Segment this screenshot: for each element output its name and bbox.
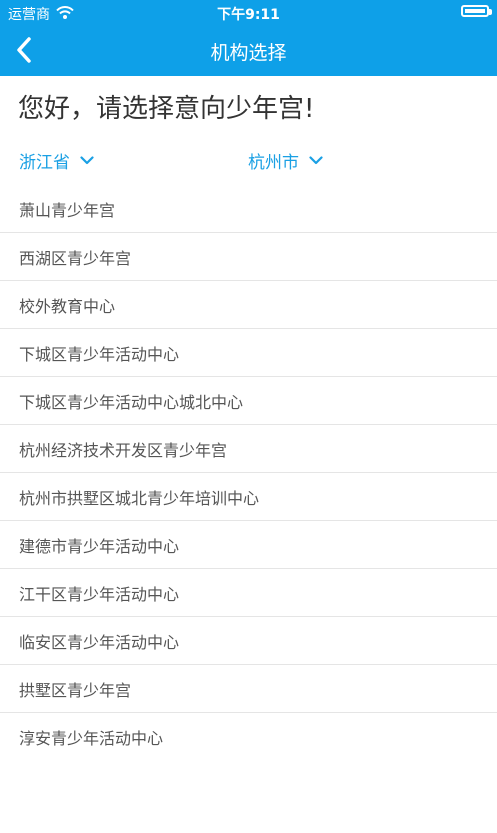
region-filters: 浙江省 杭州市 bbox=[0, 144, 497, 180]
list-item[interactable]: 校外教育中心 bbox=[0, 281, 497, 329]
institution-list: 萧山青少年宫 西湖区青少年宫 校外教育中心 下城区青少年活动中心 下城区青少年活… bbox=[0, 185, 497, 760]
battery-icon bbox=[461, 5, 492, 17]
status-bar: 运营商 下午9:11 bbox=[0, 0, 497, 24]
institution-name: 江干区青少年活动中心 bbox=[19, 584, 180, 604]
greeting-heading: 您好，请选择意向少年宫! bbox=[18, 94, 315, 124]
list-item[interactable]: 淳安青少年活动中心 bbox=[0, 713, 497, 760]
list-item[interactable]: 临安区青少年活动中心 bbox=[0, 617, 497, 665]
institution-name: 西湖区青少年宫 bbox=[19, 248, 132, 268]
institution-name: 萧山青少年宫 bbox=[19, 200, 116, 220]
list-item[interactable]: 西湖区青少年宫 bbox=[0, 233, 497, 281]
city-dropdown[interactable]: 杭州市 bbox=[248, 148, 323, 173]
list-item[interactable]: 下城区青少年活动中心城北中心 bbox=[0, 377, 497, 425]
top-bar: 运营商 下午9:11 机构选择 bbox=[0, 0, 497, 76]
chevron-down-icon bbox=[309, 156, 323, 165]
list-item[interactable]: 下城区青少年活动中心 bbox=[0, 329, 497, 377]
province-label: 浙江省 bbox=[19, 153, 70, 173]
list-item[interactable]: 杭州经济技术开发区青少年宫 bbox=[0, 425, 497, 473]
institution-name: 拱墅区青少年宫 bbox=[19, 680, 132, 700]
institution-name: 下城区青少年活动中心 bbox=[19, 344, 180, 364]
institution-name: 杭州经济技术开发区青少年宫 bbox=[19, 440, 228, 460]
page-title: 机构选择 bbox=[210, 42, 287, 64]
institution-name: 校外教育中心 bbox=[19, 296, 116, 316]
list-item[interactable]: 拱墅区青少年宫 bbox=[0, 665, 497, 713]
chevron-down-icon bbox=[80, 156, 94, 165]
province-dropdown[interactable]: 浙江省 bbox=[19, 148, 94, 173]
institution-name: 建德市青少年活动中心 bbox=[19, 536, 180, 556]
list-item[interactable]: 杭州市拱墅区城北青少年培训中心 bbox=[0, 473, 497, 521]
institution-name: 淳安青少年活动中心 bbox=[19, 728, 164, 748]
status-time: 下午9:11 bbox=[217, 7, 280, 23]
institution-name: 临安区青少年活动中心 bbox=[19, 632, 180, 652]
list-item[interactable]: 建德市青少年活动中心 bbox=[0, 521, 497, 569]
list-item[interactable]: 江干区青少年活动中心 bbox=[0, 569, 497, 617]
institution-name: 杭州市拱墅区城北青少年培训中心 bbox=[19, 488, 260, 508]
nav-bar: 机构选择 bbox=[0, 24, 497, 76]
institution-name: 下城区青少年活动中心城北中心 bbox=[19, 392, 244, 412]
list-item[interactable]: 萧山青少年宫 bbox=[0, 185, 497, 233]
city-label: 杭州市 bbox=[248, 153, 299, 173]
